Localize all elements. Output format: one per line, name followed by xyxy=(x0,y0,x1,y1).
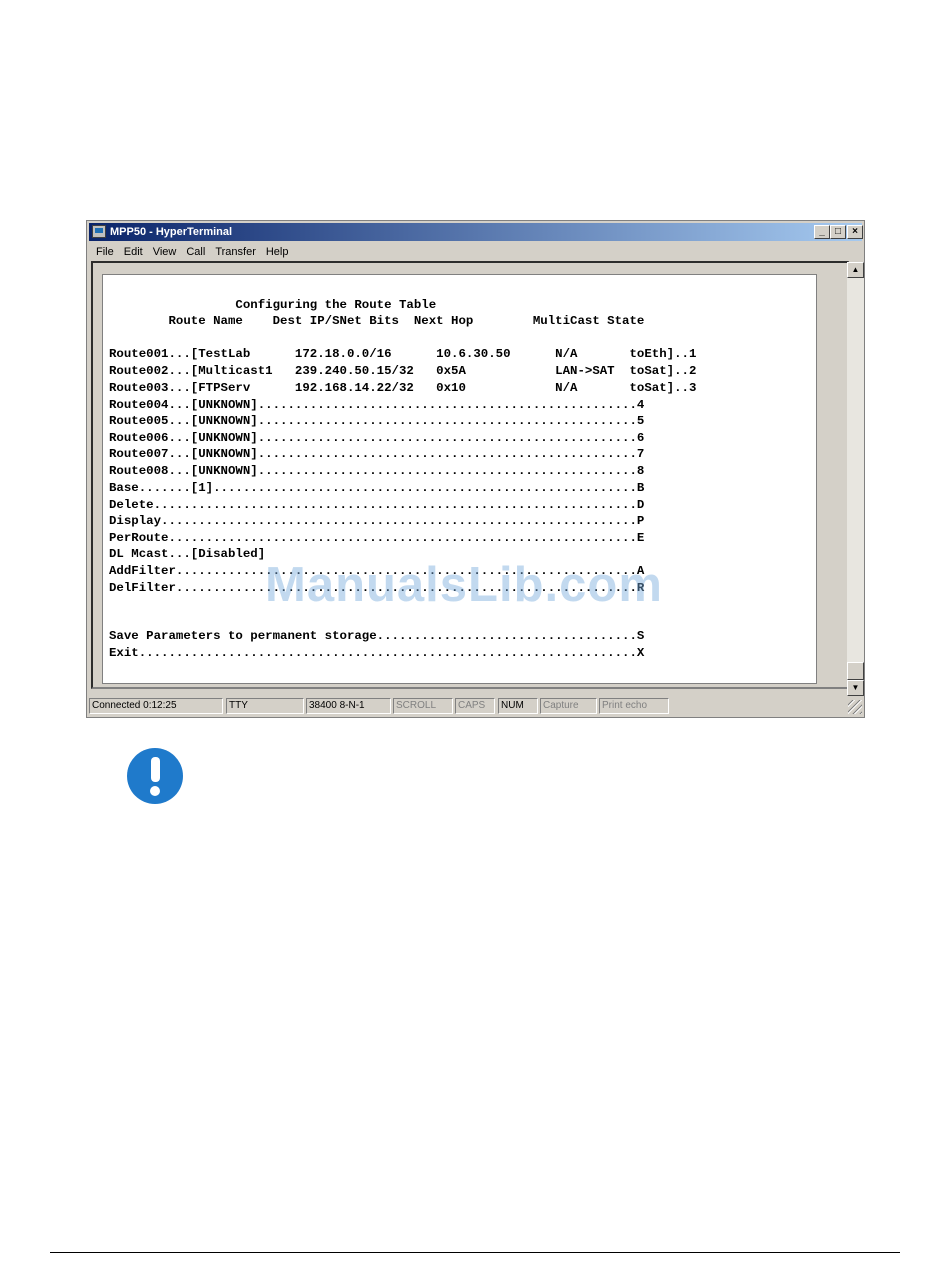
menu-call[interactable]: Call xyxy=(181,243,210,261)
base-line: Base.......[1]..........................… xyxy=(109,481,645,495)
status-caps: CAPS xyxy=(455,698,495,714)
menu-view[interactable]: View xyxy=(148,243,182,261)
minimize-button[interactable]: _ xyxy=(814,225,830,239)
route-line-2: Route002...[Multicast1 239.240.50.15/32 … xyxy=(109,364,697,378)
terminal-heading: Configuring the Route Table xyxy=(109,298,437,312)
status-capture: Capture xyxy=(540,698,597,714)
route-line-3: Route003...[FTPServ 192.168.14.22/32 0x1… xyxy=(109,381,697,395)
close-button[interactable]: × xyxy=(847,225,863,239)
menu-file[interactable]: File xyxy=(91,243,119,261)
status-scroll: SCROLL xyxy=(393,698,453,714)
route-line-1: Route001...[TestLab 172.18.0.0/16 10.6.3… xyxy=(109,347,697,361)
menu-edit[interactable]: Edit xyxy=(119,243,148,261)
terminal-screen[interactable]: Configuring the Route Table Route Name D… xyxy=(102,274,817,684)
display-line: Display.................................… xyxy=(109,514,645,528)
menu-bar: File Edit View Call Transfer Help xyxy=(91,243,293,261)
status-connected: Connected 0:12:25 xyxy=(89,698,223,714)
menu-transfer[interactable]: Transfer xyxy=(210,243,261,261)
route-line-4: Route004...[UNKNOWN]....................… xyxy=(109,398,645,412)
delete-line: Delete..................................… xyxy=(109,498,645,512)
hyperterminal-window: MPP50 - HyperTerminal _ □ × File Edit Vi… xyxy=(86,220,865,718)
status-settings: 38400 8-N-1 xyxy=(306,698,391,714)
route-line-6: Route006...[UNKNOWN]....................… xyxy=(109,431,645,445)
terminal-column-headers: Route Name Dest IP/SNet Bits Next Hop Mu… xyxy=(109,314,645,328)
status-print-echo: Print echo xyxy=(599,698,669,714)
dl-mcast-line: DL Mcast...[Disabled] xyxy=(109,547,266,561)
scroll-thumb[interactable] xyxy=(847,662,864,680)
maximize-button[interactable]: □ xyxy=(830,225,846,239)
window-title: MPP50 - HyperTerminal xyxy=(110,226,233,238)
vertical-scrollbar[interactable]: ▲ ▼ xyxy=(847,262,864,696)
exclamation-circle-icon xyxy=(127,748,183,804)
route-line-8: Route008...[UNKNOWN]....................… xyxy=(109,464,645,478)
watermark: ManualsLib.com xyxy=(265,558,663,612)
resize-grip-icon[interactable] xyxy=(848,700,862,714)
route-line-5: Route005...[UNKNOWN]....................… xyxy=(109,414,645,428)
app-icon[interactable] xyxy=(92,225,106,238)
status-emulation: TTY xyxy=(226,698,304,714)
title-bar[interactable]: MPP50 - HyperTerminal _ □ × xyxy=(89,223,863,241)
scroll-down-icon[interactable]: ▼ xyxy=(847,680,864,696)
perroute-line: PerRoute................................… xyxy=(109,531,645,545)
status-num: NUM xyxy=(498,698,538,714)
save-line: Save Parameters to permanent storage....… xyxy=(109,629,645,643)
status-bar: Connected 0:12:25 TTY 38400 8-N-1 SCROLL… xyxy=(89,698,862,716)
exit-line: Exit....................................… xyxy=(109,646,645,660)
footer-divider xyxy=(50,1252,900,1253)
menu-help[interactable]: Help xyxy=(261,243,294,261)
route-line-7: Route007...[UNKNOWN]....................… xyxy=(109,447,645,461)
scroll-up-icon[interactable]: ▲ xyxy=(847,262,864,278)
